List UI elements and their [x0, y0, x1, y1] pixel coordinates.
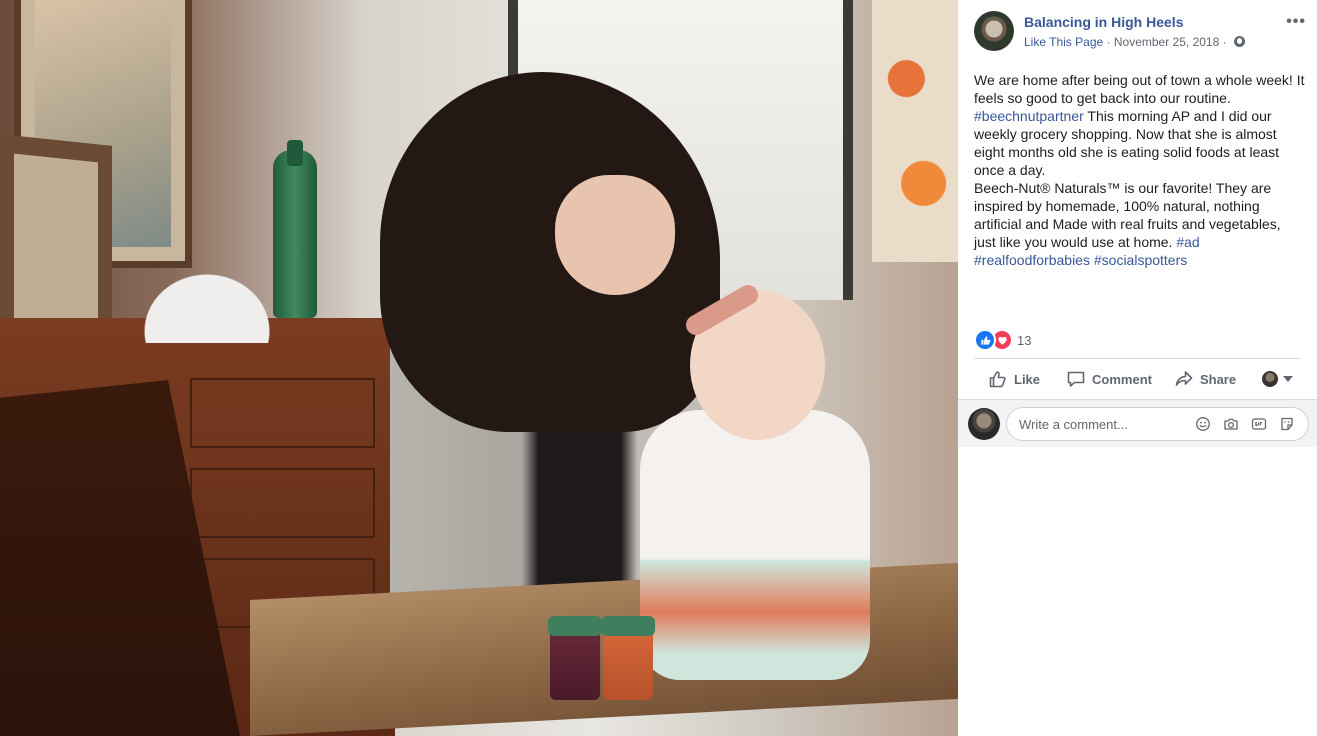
meta-separator: · — [1106, 35, 1111, 49]
globe-icon[interactable] — [1233, 36, 1245, 47]
post-paragraph: Beech-Nut® Naturals™ is our favorite! Th… — [974, 179, 1306, 269]
like-reaction-icon — [974, 329, 996, 351]
photo-food-jar — [601, 616, 655, 700]
photo-mother-face — [555, 175, 675, 295]
post-text: We are home after being out of town a wh… — [974, 71, 1306, 269]
persona-avatar — [1262, 371, 1279, 387]
photo-food-jar — [548, 616, 602, 700]
like-label: Like — [1014, 371, 1041, 387]
like-button[interactable]: Like — [988, 369, 1040, 389]
hashtag-link[interactable]: #realfoodforbabies — [974, 252, 1090, 268]
camera-icon[interactable] — [1223, 416, 1239, 432]
page-avatar[interactable] — [974, 11, 1014, 51]
comment-label: Comment — [1092, 371, 1152, 387]
photo-baby-body — [640, 410, 870, 680]
photo-baby-head — [690, 290, 825, 440]
divider — [974, 358, 1301, 359]
comment-box[interactable] — [1006, 407, 1309, 441]
reaction-count[interactable]: 13 — [1017, 333, 1031, 348]
meta-separator: · — [1222, 35, 1227, 49]
share-button[interactable]: Share — [1174, 369, 1236, 389]
page-name-link[interactable]: Balancing in High Heels — [1024, 14, 1183, 30]
comment-input[interactable] — [1019, 408, 1189, 440]
photo-painting — [872, 0, 958, 262]
comment-composer — [958, 399, 1317, 447]
photo-drawer — [190, 468, 375, 538]
photo-tea-cups — [134, 265, 280, 343]
gif-icon[interactable] — [1251, 416, 1267, 432]
post-meta: Like This Page · November 25, 2018 · — [1024, 35, 1245, 49]
post-header: Balancing in High Heels Like This Page ·… — [974, 11, 1306, 53]
more-options-icon[interactable]: ••• — [1286, 13, 1306, 31]
share-icon — [1175, 371, 1193, 386]
hashtag-link[interactable]: #ad — [1176, 234, 1199, 250]
comment-icon — [1067, 371, 1085, 387]
comment-button[interactable]: Comment — [1066, 369, 1152, 389]
post-photo[interactable] — [0, 0, 958, 736]
sticker-icon[interactable] — [1279, 416, 1295, 432]
chevron-down-icon — [1283, 376, 1294, 382]
post-paragraph: We are home after being out of town a wh… — [974, 71, 1306, 179]
emoji-icon[interactable] — [1195, 416, 1211, 432]
like-this-page-link[interactable]: Like This Page — [1024, 35, 1103, 49]
persona-selector[interactable] — [1262, 371, 1294, 387]
hashtag-link[interactable]: #beechnutpartner — [974, 108, 1084, 124]
post-text-segment: We are home after being out of town a wh… — [974, 72, 1305, 106]
user-avatar — [968, 408, 1000, 440]
action-bar: Like Comment Share — [974, 362, 1301, 396]
photo-drawer — [190, 378, 375, 448]
thumbs-up-icon — [989, 371, 1006, 388]
post-date-link[interactable]: November 25, 2018 — [1114, 35, 1219, 49]
hashtag-link[interactable]: #socialspotters — [1094, 252, 1187, 268]
post-panel: Balancing in High Heels Like This Page ·… — [958, 0, 1317, 736]
share-label: Share — [1199, 371, 1237, 387]
photo-bottle — [273, 140, 317, 318]
reactions-summary[interactable]: 13 — [974, 329, 1031, 351]
post-text-segment: Beech-Nut® Naturals™ is our favorite! Th… — [974, 180, 1281, 250]
